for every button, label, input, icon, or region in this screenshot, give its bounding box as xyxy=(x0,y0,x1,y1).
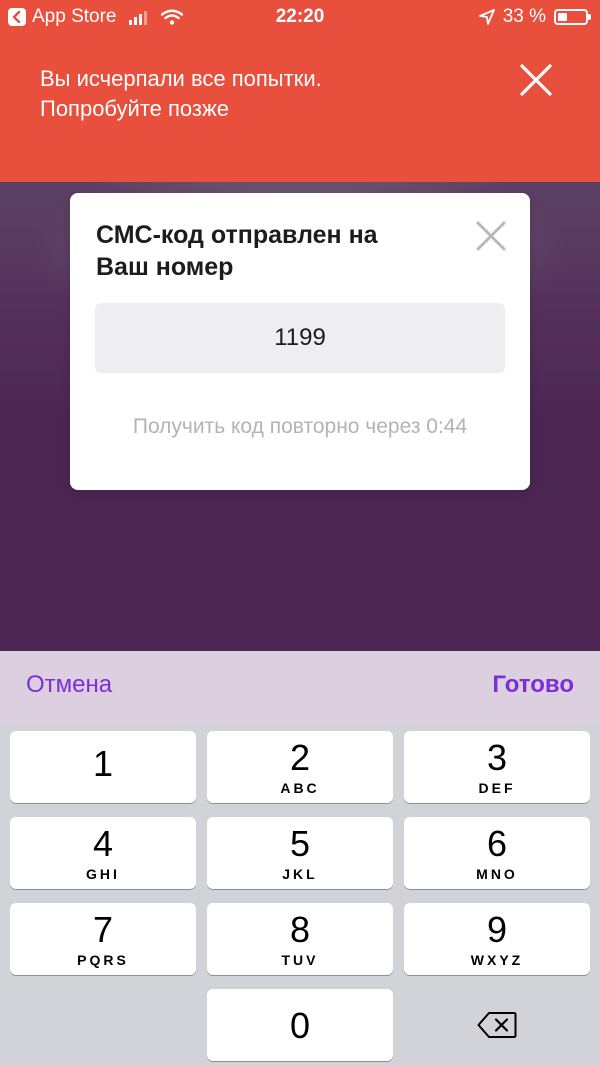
close-icon[interactable] xyxy=(516,60,556,100)
cancel-button[interactable]: Отмена xyxy=(26,671,112,699)
error-banner: Вы исчерпали все попытки. Попробуйте поз… xyxy=(0,36,600,182)
dialog-title-line1: СМС-код отправлен на xyxy=(96,221,378,249)
error-message-line1: Вы исчерпали все попытки. xyxy=(40,66,322,91)
dialog-title-line2: Ваш номер xyxy=(96,253,234,281)
delete-key[interactable] xyxy=(404,989,590,1061)
battery-icon xyxy=(554,9,591,25)
numeric-keypad: 1 2 ABC 3 DEF 4 GHI 5 JKL 6 MNO 7 PQRS 8… xyxy=(0,723,600,1066)
key-1[interactable]: 1 xyxy=(10,731,196,803)
error-message-line2: Попробуйте позже xyxy=(40,96,229,121)
backspace-icon xyxy=(477,1011,517,1039)
key-4[interactable]: 4 GHI xyxy=(10,817,196,889)
key-8[interactable]: 8 TUV xyxy=(207,903,393,975)
key-0[interactable]: 0 xyxy=(207,989,393,1061)
sms-code-input[interactable] xyxy=(95,303,505,373)
key-6[interactable]: 6 MNO xyxy=(404,817,590,889)
keyboard-toolbar: Отмена Готово xyxy=(0,651,600,723)
dialog-title: СМС-код отправлен на Ваш номер xyxy=(96,219,456,283)
done-button[interactable]: Готово xyxy=(492,671,574,699)
status-bar: App Store 22:20 33 % xyxy=(0,0,600,36)
error-message: Вы исчерпали все попытки. Попробуйте поз… xyxy=(40,64,480,124)
close-icon[interactable] xyxy=(474,219,508,253)
key-5[interactable]: 5 JKL xyxy=(207,817,393,889)
key-2[interactable]: 2 ABC xyxy=(207,731,393,803)
key-7[interactable]: 7 PQRS xyxy=(10,903,196,975)
resend-code-timer: Получить код повторно через 0:44 xyxy=(132,415,468,438)
key-9[interactable]: 9 WXYZ xyxy=(404,903,590,975)
location-arrow-icon xyxy=(478,9,495,25)
battery-percent: 33 % xyxy=(502,6,546,27)
sms-code-dialog: СМС-код отправлен на Ваш номер Получить … xyxy=(70,193,530,490)
key-3[interactable]: 3 DEF xyxy=(404,731,590,803)
